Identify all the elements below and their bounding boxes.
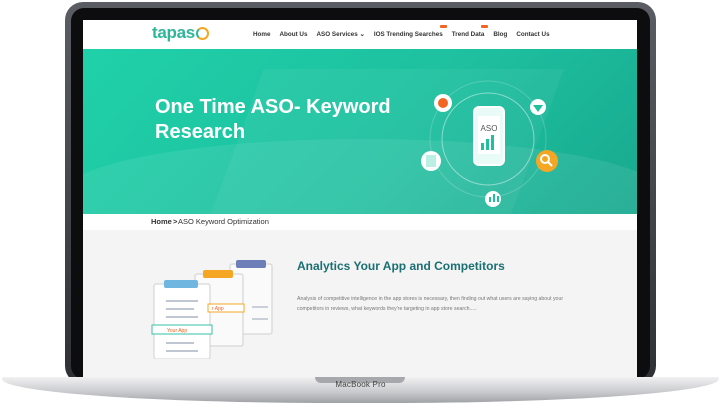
logo-text: tapas [152,23,195,42]
section-heading: Analytics Your App and Competitors [297,259,505,273]
clipboard-illustration: Your App r App [151,260,273,359]
hot-badge [481,25,489,28]
nav-label: Contact Us [516,31,550,38]
nav-label: ASO Services ⌄ [316,31,365,38]
breadcrumb-separator: > [173,217,178,226]
browser-screen: tapas Home About Us ASO Services ⌄ IOS T… [83,20,637,377]
nav-item-trend-data[interactable]: Trend Data [451,25,489,38]
nav-item-about-us[interactable]: About Us [280,31,308,38]
main-content: Your App r App Analytics Your App and Co… [83,230,637,377]
main-menu: Home About Us ASO Services ⌄ IOS Trendin… [253,25,559,38]
section-description: Analysis of competitive intelligence in … [297,296,564,312]
nav-label: About Us [279,31,308,38]
nav-item-blog[interactable]: Blog [493,31,507,38]
nav-item-contact-us[interactable]: Contact Us [516,31,549,38]
clipboard-front [153,283,211,359]
device-label: MacBook Pro [335,380,386,389]
nav-item-ios-trending-searches[interactable]: IOS Trending Searches [373,25,447,38]
nav-label: Home [253,31,271,38]
nav-item-home[interactable]: Home [253,31,271,38]
competitor-app-label: r App [212,306,224,312]
breadcrumb-current: ASO Keyword Optimization [178,217,269,226]
hero-banner: One Time ASO- Keyword Research ASO [83,49,637,214]
nav-item-aso-services[interactable]: ASO Services ⌄ [316,31,364,38]
top-navigation: tapas Home About Us ASO Services ⌄ IOS T… [83,20,637,49]
nav-label: Blog [493,31,508,38]
search-icon [536,150,558,172]
nav-label: Trend Data [451,31,485,38]
your-app-label: Your App [167,328,187,334]
logo-mark-icon [195,27,209,41]
breadcrumb-home-link[interactable]: Home [151,217,172,226]
phone-aso-text: ASO [481,124,498,133]
hot-badge [439,25,447,28]
aso-illustration: ASO [421,80,558,207]
breadcrumb: Home > ASO Keyword Optimization [83,214,637,230]
nav-label: IOS Trending Searches [373,31,443,38]
page-title: One Time ASO- Keyword Research [155,96,391,143]
site-logo[interactable]: tapas [152,23,209,43]
